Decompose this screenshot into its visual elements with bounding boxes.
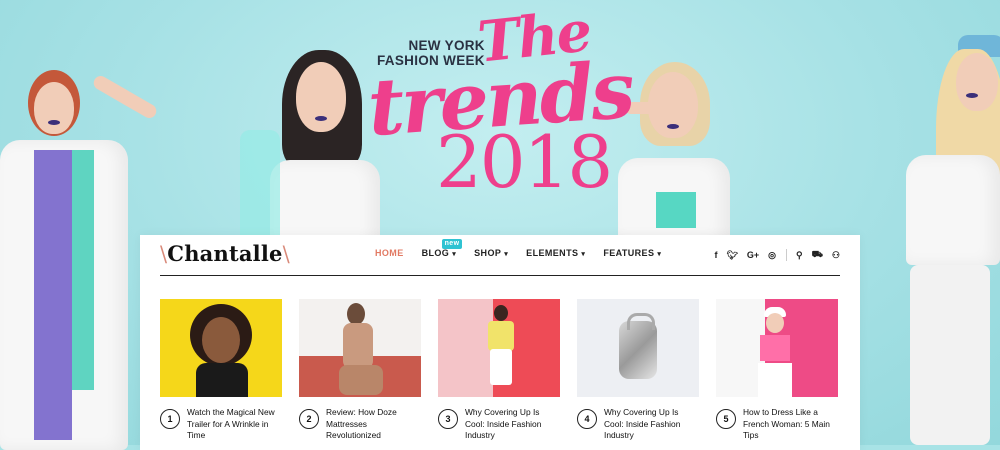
nav-item-features[interactable]: FEATURES ▾ [603, 248, 661, 258]
nav-item-elements[interactable]: ELEMENTS ▾ [526, 248, 585, 258]
nav-item-home[interactable]: HOME [375, 248, 404, 258]
post-thumbnail[interactable] [577, 299, 699, 397]
post-title[interactable]: Why Covering Up Is Cool: Inside Fashion … [465, 407, 560, 442]
post-list: 1 Watch the Magical New Trailer for A Wr… [160, 299, 838, 442]
site-preview-card: \Chantalle\ HOME new BLOG ▾ SHOP ▾ ELEMENTS… [140, 235, 860, 450]
post-card[interactable]: 2 Review: How Doze Mattresses Revolution… [299, 299, 421, 442]
chevron-down-icon: ▾ [657, 251, 662, 258]
post-thumbnail[interactable] [438, 299, 560, 397]
header-icons: f 🐦︎ G+ ◎ ⚲ ⛟ ⚇ [705, 249, 840, 261]
post-rank: 1 [160, 409, 180, 429]
post-title[interactable]: How to Dress Like a French Woman: 5 Main… [743, 407, 838, 442]
chevron-down-icon: ▾ [504, 251, 509, 258]
post-thumbnail[interactable] [716, 299, 838, 397]
twitter-icon[interactable]: 🐦︎ [726, 250, 737, 261]
instagram-icon[interactable]: ◎ [768, 250, 776, 261]
post-thumbnail[interactable] [160, 299, 282, 397]
facebook-icon[interactable]: f [714, 250, 717, 260]
headline-year: 2018 [436, 120, 613, 204]
google-plus-icon[interactable]: G+ [747, 250, 759, 260]
post-card[interactable]: 4 Why Covering Up Is Cool: Inside Fashio… [577, 299, 699, 442]
main-menu: HOME new BLOG ▾ SHOP ▾ ELEMENTS ▾ FEATURES ▾ [375, 239, 679, 258]
site-header: \Chantalle\ HOME new BLOG ▾ SHOP ▾ ELEMENTS… [160, 235, 840, 276]
search-icon[interactable]: ⚲ [796, 250, 803, 261]
chevron-down-icon: ▾ [581, 251, 586, 258]
model-figure-4 [880, 35, 1000, 445]
post-card[interactable]: 3 Why Covering Up Is Cool: Inside Fashio… [438, 299, 560, 442]
nav-item-blog[interactable]: new BLOG ▾ [422, 239, 463, 258]
post-title[interactable]: Review: How Doze Mattresses Revolutioniz… [326, 407, 421, 442]
post-rank: 5 [716, 409, 736, 429]
chevron-down-icon: ▾ [452, 251, 457, 258]
user-icon[interactable]: ⚇ [832, 250, 840, 261]
post-title[interactable]: Why Covering Up Is Cool: Inside Fashion … [604, 407, 699, 442]
nav-item-shop[interactable]: SHOP ▾ [474, 248, 508, 258]
divider [786, 249, 787, 261]
site-logo[interactable]: \Chantalle\ [160, 241, 290, 266]
post-card[interactable]: 5 How to Dress Like a French Woman: 5 Ma… [716, 299, 838, 442]
post-rank: 4 [577, 409, 597, 429]
post-title[interactable]: Watch the Magical New Trailer for A Wrin… [187, 407, 282, 442]
post-rank: 3 [438, 409, 458, 429]
post-rank: 2 [299, 409, 319, 429]
post-thumbnail[interactable] [299, 299, 421, 397]
post-card[interactable]: 1 Watch the Magical New Trailer for A Wr… [160, 299, 282, 442]
new-badge: new [441, 239, 463, 249]
cart-icon[interactable]: ⛟ [812, 249, 823, 261]
